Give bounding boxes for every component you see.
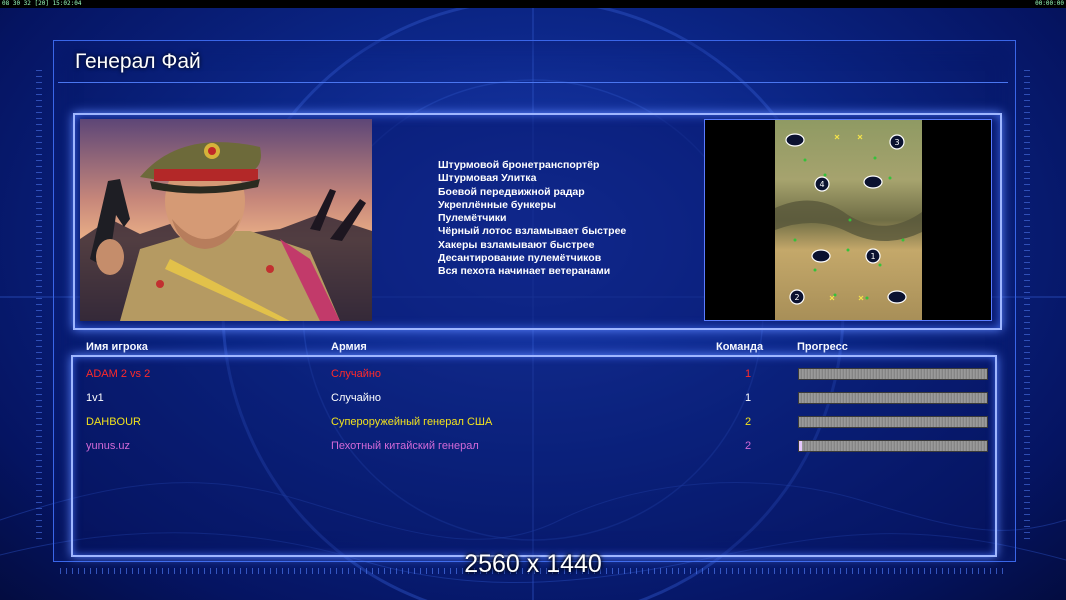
title-divider <box>58 82 1008 83</box>
player-army: Случайно <box>331 368 382 380</box>
player-team: 1 <box>745 392 752 404</box>
progress-bar <box>798 368 988 380</box>
progress-bar-fill <box>799 441 802 451</box>
svg-text:3: 3 <box>894 138 899 147</box>
perk-item: Укреплённые бункеры <box>438 198 556 211</box>
column-header-team: Команда <box>716 341 764 353</box>
progress-bar <box>798 392 988 404</box>
general-perks-list: Штурмовой бронетранспортёр Штурмовая Ули… <box>438 159 688 279</box>
player-army: Пехотный китайский генерал <box>331 440 479 452</box>
map-preview[interactable]: 1 2 3 4 <box>704 119 992 321</box>
perk-item: Хакеры взламывают быстрее <box>438 238 595 251</box>
table-row: 1v1 Случайно 1 <box>0 388 1066 410</box>
perk-item: Пулемётчики <box>438 212 507 225</box>
start-position-marker[interactable]: 4 <box>814 176 830 192</box>
player-team: 2 <box>745 416 752 428</box>
table-row: ADAM 2 vs 2 Случайно 1 <box>0 364 1066 386</box>
perk-item: Вся пехота начинает ветеранами <box>438 265 611 278</box>
player-team: 2 <box>745 440 752 452</box>
left-ruler <box>36 70 42 540</box>
player-army: Супероружейный генерал США <box>331 416 493 428</box>
general-portrait <box>80 119 372 321</box>
column-header-progress: Прогресс <box>797 341 848 353</box>
resolution-overlay: 2560 x 1440 <box>464 550 602 578</box>
player-name: DAHBOUR <box>86 416 142 428</box>
player-team: 1 <box>745 368 752 380</box>
start-position-marker[interactable]: 3 <box>889 134 905 150</box>
perk-item: Чёрный лотос взламывает быстрее <box>438 225 627 238</box>
perk-item: Штурмовая Улитка <box>438 172 537 185</box>
right-ruler <box>1024 70 1030 540</box>
table-row: DAHBOUR Супероружейный генерал США 2 <box>0 412 1066 434</box>
page-title: Генерал Фай <box>75 50 201 73</box>
perk-item: Боевой передвижной радар <box>438 185 585 198</box>
start-position-marker[interactable]: 1 <box>865 248 881 264</box>
perk-item: Штурмовой бронетранспортёр <box>438 159 600 171</box>
svg-text:1: 1 <box>870 252 875 261</box>
table-row: yunus.uz Пехотный китайский генерал 2 <box>0 436 1066 458</box>
clock-readout: 00:00:00 <box>1035 0 1064 7</box>
player-name: 1v1 <box>86 392 104 404</box>
general-portrait-image <box>80 119 372 321</box>
player-name: ADAM 2 vs 2 <box>86 368 151 380</box>
status-bar: 08 30 32 [20] 15:02:04 00:00:00 <box>0 0 1066 8</box>
map-terrain: 1 2 3 4 <box>775 120 922 320</box>
player-name: yunus.uz <box>86 440 131 452</box>
player-army: Случайно <box>331 392 382 404</box>
column-header-army: Армия <box>331 341 367 353</box>
svg-text:4: 4 <box>819 180 824 189</box>
perk-item: Десантирование пулемётчиков <box>438 252 602 265</box>
progress-bar <box>798 440 988 452</box>
progress-bar <box>798 416 988 428</box>
column-header-player-name: Имя игрока <box>86 341 148 353</box>
svg-text:2: 2 <box>794 293 799 302</box>
fps-readout: 08 30 32 [20] 15:02:04 <box>2 0 82 7</box>
start-position-marker[interactable]: 2 <box>789 289 805 305</box>
